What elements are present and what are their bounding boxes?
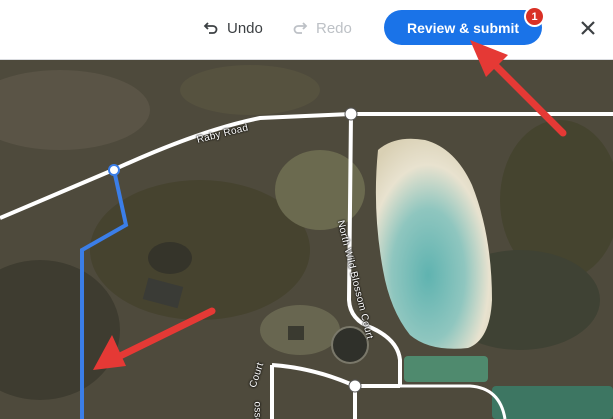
map-imagery bbox=[0, 60, 613, 419]
redo-label: Redo bbox=[316, 19, 352, 37]
undo-label: Undo bbox=[227, 19, 263, 37]
close-icon bbox=[581, 21, 595, 35]
undo-button[interactable]: Undo bbox=[203, 14, 263, 42]
pending-edits-badge: 1 bbox=[526, 8, 543, 25]
review-submit-button[interactable]: Review & submit bbox=[384, 10, 542, 45]
edit-toolbar: Undo Redo Review & submit 1 bbox=[0, 0, 613, 60]
undo-icon bbox=[203, 22, 218, 34]
satellite-map[interactable]: Raby Road North Wild Blossom Court Court… bbox=[0, 60, 613, 419]
road-label-bottom: ossom bbox=[251, 401, 263, 419]
review-submit-label: Review & submit bbox=[406, 19, 520, 36]
close-button[interactable] bbox=[574, 14, 602, 42]
redo-icon bbox=[293, 22, 308, 34]
redo-button[interactable]: Redo bbox=[292, 14, 352, 42]
